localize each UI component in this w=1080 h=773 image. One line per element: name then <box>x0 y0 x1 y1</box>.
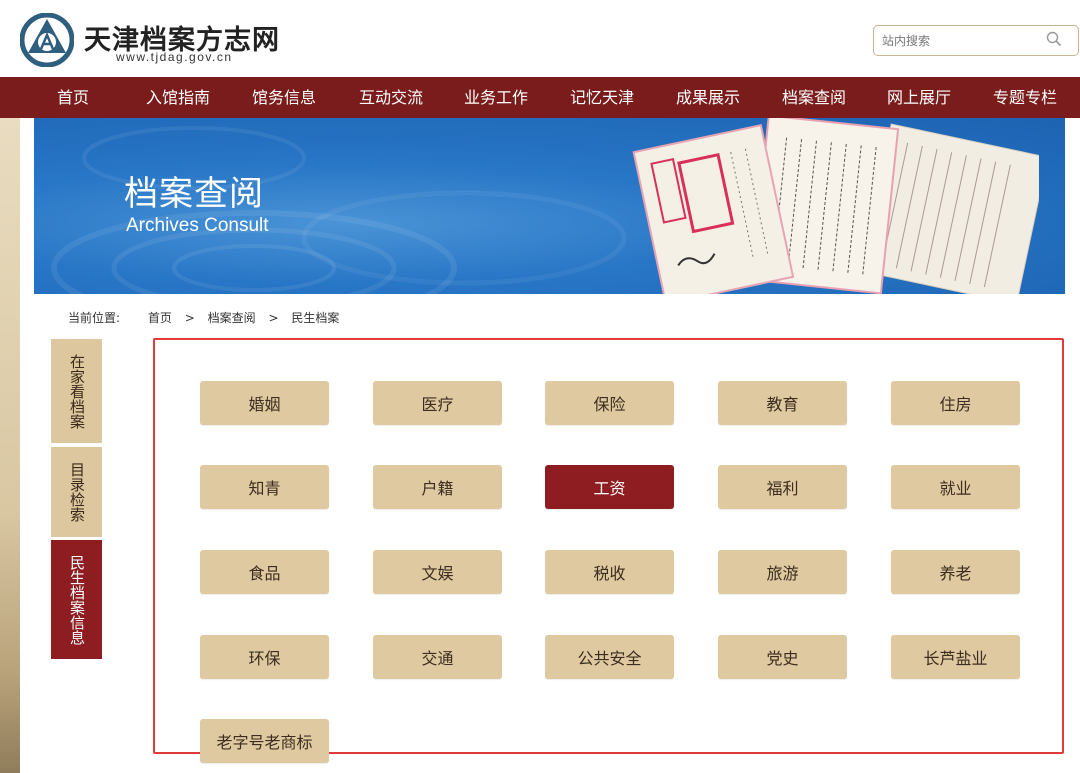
category-button-food[interactable]: 食品 <box>200 550 329 594</box>
archive-documents-illustration <box>632 118 1039 294</box>
category-button-marriage[interactable]: 婚姻 <box>200 381 329 425</box>
category-button-educated-youth[interactable]: 知青 <box>200 465 329 509</box>
main-nav: 首页 入馆指南 馆务信息 互动交流 业务工作 记忆天津 成果展示 档案查阅 网上… <box>0 77 1080 118</box>
category-button-transportation[interactable]: 交通 <box>373 635 502 679</box>
nav-item-archives-consult[interactable]: 档案查阅 <box>782 77 846 118</box>
decorative-strip <box>0 118 20 773</box>
breadcrumb-home[interactable]: 首页 <box>148 309 172 326</box>
search-icon[interactable] <box>1046 31 1062 47</box>
sidebar-item-catalog-search[interactable]: 目录检索 <box>51 447 102 537</box>
breadcrumb-separator: > <box>184 311 195 325</box>
category-button-welfare[interactable]: 福利 <box>718 465 847 509</box>
breadcrumb-label: 当前位置: <box>68 311 121 325</box>
nav-item-memory-tianjin[interactable]: 记忆天津 <box>570 77 634 118</box>
site-url: www.tjdag.gov.cn <box>116 50 233 64</box>
category-button-household-registration[interactable]: 户籍 <box>373 465 502 509</box>
category-button-old-brands[interactable]: 老字号老商标 <box>200 719 329 763</box>
category-button-taxation[interactable]: 税收 <box>545 550 674 594</box>
category-button-entertainment[interactable]: 文娱 <box>373 550 502 594</box>
category-button-wages[interactable]: 工资 <box>545 465 674 509</box>
nav-item-achievements[interactable]: 成果展示 <box>676 77 740 118</box>
breadcrumb-archives-consult[interactable]: 档案查阅 <box>208 309 256 326</box>
category-button-education[interactable]: 教育 <box>718 381 847 425</box>
category-button-insurance[interactable]: 保险 <box>545 381 674 425</box>
category-button-employment[interactable]: 就业 <box>891 465 1020 509</box>
search-box <box>873 25 1079 56</box>
sidebar-item-livelihood-info[interactable]: 民生档案信息 <box>51 540 102 659</box>
sidebar-item-home-viewing[interactable]: 在家看档案 <box>51 339 102 443</box>
category-button-elderly-care[interactable]: 养老 <box>891 550 1020 594</box>
search-input[interactable] <box>882 31 1042 51</box>
category-button-environment[interactable]: 环保 <box>200 635 329 679</box>
nav-item-online-exhibition[interactable]: 网上展厅 <box>887 77 951 118</box>
archive-logo-icon[interactable] <box>20 13 74 67</box>
breadcrumb: 当前位置: 首页 > 档案查阅 > 民生档案 <box>68 309 339 326</box>
nav-item-home[interactable]: 首页 <box>57 77 89 118</box>
category-button-changlu-salt[interactable]: 长芦盐业 <box>891 635 1020 679</box>
category-button-tourism[interactable]: 旅游 <box>718 550 847 594</box>
banner-title: 档案查阅 <box>124 174 264 214</box>
nav-item-business[interactable]: 业务工作 <box>464 77 528 118</box>
breadcrumb-livelihood-archives[interactable]: 民生档案 <box>291 309 339 326</box>
site-header: 天津档案方志网 www.tjdag.gov.cn <box>0 0 1080 77</box>
category-button-party-history[interactable]: 党史 <box>718 635 847 679</box>
banner-subtitle: Archives Consult <box>126 215 269 236</box>
category-button-public-safety[interactable]: 公共安全 <box>545 635 674 679</box>
nav-item-interaction[interactable]: 互动交流 <box>359 77 423 118</box>
section-banner: 档案查阅 Archives Consult <box>34 118 1065 294</box>
nav-item-visit-guide[interactable]: 入馆指南 <box>146 77 210 118</box>
category-button-medical[interactable]: 医疗 <box>373 381 502 425</box>
nav-item-special-topics[interactable]: 专题专栏 <box>993 77 1057 118</box>
category-button-housing[interactable]: 住房 <box>891 381 1020 425</box>
breadcrumb-separator: > <box>268 311 279 325</box>
nav-item-affairs-info[interactable]: 馆务信息 <box>252 77 316 118</box>
